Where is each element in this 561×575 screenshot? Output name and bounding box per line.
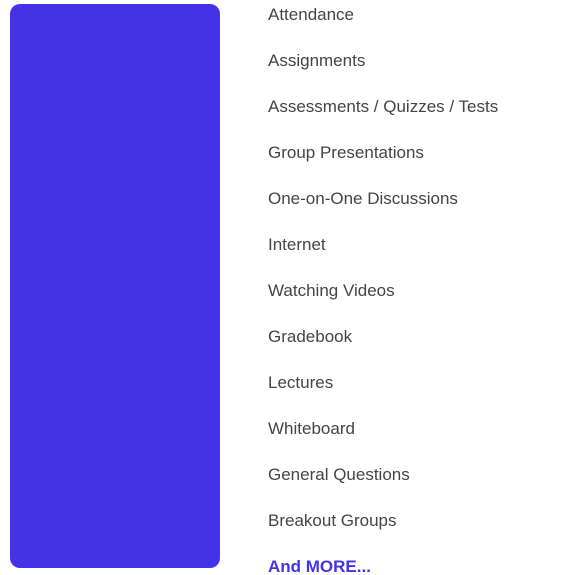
feature-item-one-on-one-discussions: One-on-One Discussions: [268, 189, 458, 208]
feature-item-whiteboard: Whiteboard: [268, 419, 355, 438]
feature-list: Attendance Assignments Assessments / Qui…: [268, 0, 498, 575]
feature-panel: [10, 4, 220, 568]
feature-item-lectures: Lectures: [268, 373, 334, 392]
feature-item-watching-videos: Watching Videos: [268, 281, 395, 300]
and-more-link[interactable]: And MORE...: [268, 552, 498, 575]
feature-item-assessments: Assessments / Quizzes / Tests: [268, 97, 499, 116]
feature-item-gradebook: Gradebook: [268, 327, 353, 346]
feature-item-assignments: Assignments: [268, 51, 366, 70]
feature-item-internet: Internet: [268, 235, 326, 254]
feature-item-general-questions: General Questions: [268, 465, 410, 484]
feature-item-attendance: Attendance: [268, 5, 355, 24]
feature-item-group-presentations: Group Presentations: [268, 143, 424, 162]
feature-item-breakout-groups: Breakout Groups: [268, 511, 397, 530]
